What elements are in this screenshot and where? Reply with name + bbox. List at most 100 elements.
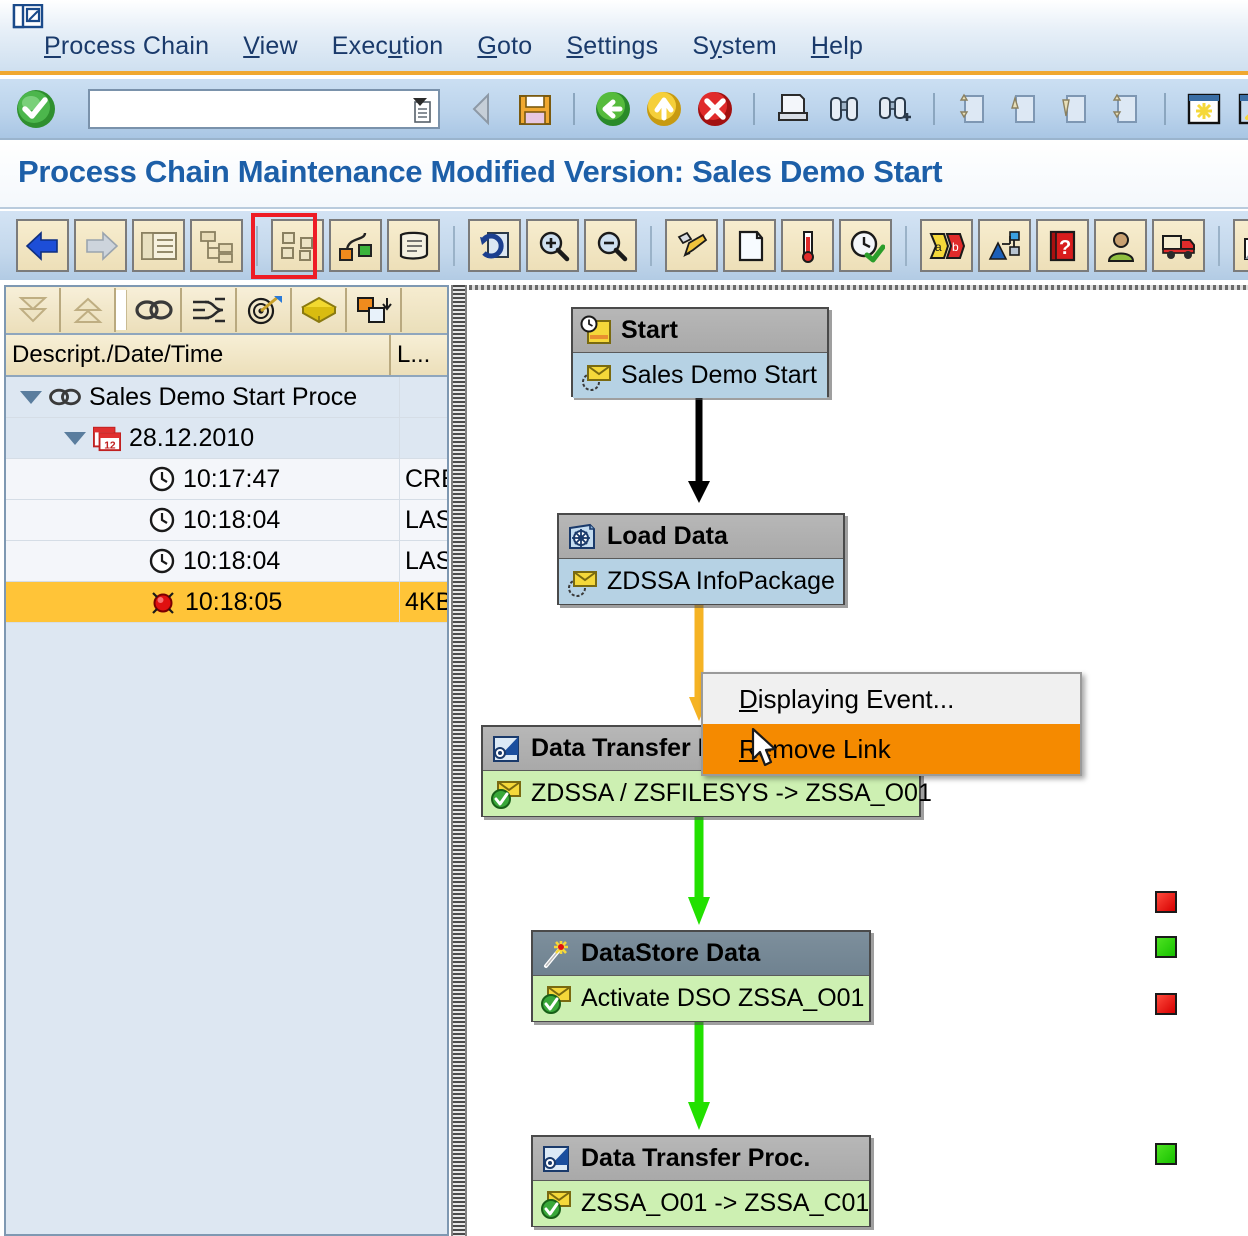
context-menu-item-displaying-event[interactable]: Displaying Event... <box>703 674 1080 724</box>
find-next-binoculars-icon[interactable] <box>873 86 917 132</box>
node-data-transfer-2-subtitle: ZSSA_O01 -> ZSSA_C01 <box>581 1189 870 1217</box>
node-datastore-data[interactable]: DataStore Data Activate DSO ZSSA_O01 <box>531 930 871 1022</box>
menu-item-help[interactable]: Help <box>811 32 863 61</box>
tree-row-time[interactable]: 10:18:04 LAS <box>6 500 447 541</box>
svg-text:a: a <box>935 240 942 254</box>
node-load-data[interactable]: Load Data ZDSSA InfoPackage <box>557 513 845 605</box>
context-menu-item-remove-link[interactable]: Remove Link <box>703 724 1080 774</box>
tree-row-chain[interactable]: Sales Demo Start Proce <box>6 377 447 418</box>
refresh-icon[interactable] <box>468 219 521 272</box>
node-datastore-data-title: DataStore Data <box>581 939 761 967</box>
copy-blocks-icon[interactable] <box>347 288 402 332</box>
node-data-transfer-1-body: ZDSSA / ZSFILESYS -> ZSSA_O01 <box>483 771 932 816</box>
link-handle-green-mid[interactable] <box>1155 1143 1177 1165</box>
back-arrow-grey-icon[interactable] <box>462 86 506 132</box>
link-handle-red-top[interactable] <box>1155 891 1177 913</box>
red-help-book-icon[interactable]: ? <box>1036 219 1089 272</box>
expand-all-icon[interactable] <box>6 288 61 332</box>
node-data-transfer-2[interactable]: Data Transfer Proc. ZSSA_O01 -> ZSSA_C01 <box>531 1135 871 1227</box>
new-document-icon[interactable] <box>723 219 776 272</box>
person-icon[interactable] <box>1094 219 1147 272</box>
node-datastore-data-subtitle: Activate DSO ZSSA_O01 <box>581 984 865 1012</box>
zoom-in-icon[interactable] <box>526 219 579 272</box>
clock-check-icon[interactable] <box>839 219 892 272</box>
tree-row-time-selected[interactable]: 10:18:05 4KB <box>6 582 447 623</box>
link-dtp1-to-datastore[interactable] <box>685 813 715 931</box>
zoom-out-icon[interactable] <box>584 219 637 272</box>
yellow-package-icon[interactable] <box>292 288 347 332</box>
clock-schedule-icon <box>580 315 612 347</box>
tree-row-col2: LAS <box>399 500 447 540</box>
save-floppy-icon[interactable] <box>513 86 557 132</box>
tree-row-label: 10:18:04 <box>183 505 281 534</box>
node-start-body: Sales Demo Start <box>573 353 827 398</box>
node-datastore-data-body: Activate DSO ZSSA_O01 <box>533 976 869 1021</box>
green-back-icon[interactable] <box>591 86 635 132</box>
clock-icon <box>148 547 176 575</box>
tree-toolbar-separator <box>116 290 127 330</box>
truck-transport-icon[interactable] <box>1152 219 1205 272</box>
tree-rows: Sales Demo Start Proce 12 28.12.2010 10:… <box>6 377 447 1234</box>
link-start-to-load-data[interactable] <box>685 397 715 507</box>
pencil-edit-icon[interactable] <box>665 219 718 272</box>
menu-item-execution[interactable]: Execution <box>332 32 444 61</box>
tree-column-l[interactable]: L... <box>391 335 447 375</box>
toolbar-separator <box>650 225 652 266</box>
green-check-enter-icon[interactable] <box>14 88 58 130</box>
yellow-variant-icon <box>580 360 612 392</box>
command-history-dropdown-icon[interactable] <box>410 96 434 124</box>
collapse-all-icon[interactable] <box>61 288 116 332</box>
red-cancel-icon[interactable] <box>693 86 737 132</box>
next-page-icon[interactable] <box>1053 86 1097 132</box>
menu-item-system[interactable]: System <box>692 32 777 61</box>
ab-translate-icon[interactable]: a b <box>920 219 973 272</box>
link-handle-red-bottom[interactable] <box>1155 993 1177 1015</box>
create-shortcut-icon[interactable] <box>1233 86 1248 132</box>
find-binoculars-icon[interactable] <box>822 86 866 132</box>
first-page-icon[interactable] <box>951 86 995 132</box>
link-datastore-to-dtp2[interactable] <box>685 1018 715 1136</box>
red-alarm-icon <box>148 587 178 617</box>
chevron-down-icon[interactable] <box>20 390 42 404</box>
node-start[interactable]: Start Sales Demo Start <box>571 307 829 398</box>
tree-row-date[interactable]: 12 28.12.2010 <box>6 418 447 459</box>
network-hierarchy-icon[interactable] <box>978 219 1031 272</box>
tree-column-description[interactable]: Descript./Date/Time <box>6 335 391 375</box>
window-restore-icon[interactable] <box>12 3 46 32</box>
node-start-header: Start <box>573 309 827 353</box>
log-scroll-icon[interactable] <box>387 219 440 272</box>
menu-item-view[interactable]: View <box>243 32 298 61</box>
yellow-exit-up-icon[interactable] <box>642 86 686 132</box>
hierarchy-tree-icon[interactable] <box>190 219 243 272</box>
menu-item-goto[interactable]: Goto <box>477 32 532 61</box>
command-field[interactable] <box>88 89 440 129</box>
chevron-down-icon[interactable] <box>64 431 86 445</box>
menu-item-process-chain[interactable]: Process Chain <box>44 32 209 61</box>
context-menu-label: Displaying Event... <box>739 683 955 714</box>
node-data-transfer-1-subtitle: ZDSSA / ZSFILESYS -> ZSSA_O01 <box>531 779 932 807</box>
sparkle-wand-icon <box>540 938 572 970</box>
chain-link-icon[interactable] <box>127 288 182 332</box>
list-view-icon[interactable] <box>132 219 185 272</box>
grey-right-arrow-icon[interactable] <box>74 219 127 272</box>
command-input[interactable] <box>94 92 408 126</box>
create-session-icon[interactable] <box>1182 86 1226 132</box>
thermometer-icon[interactable] <box>781 219 834 272</box>
title-bar: Process Chain Maintenance Modified Versi… <box>0 142 1248 209</box>
tree-row-time[interactable]: 10:17:47 CRE. <box>6 459 447 500</box>
target-pin-icon[interactable] <box>237 288 292 332</box>
print-icon[interactable] <box>771 86 815 132</box>
context-menu[interactable]: Displaying Event... Remove Link <box>701 672 1082 776</box>
previous-page-icon[interactable] <box>1002 86 1046 132</box>
blocks-layout-icon[interactable] <box>271 219 324 272</box>
tree-row-time[interactable]: 10:18:04 LAS <box>6 541 447 582</box>
tree-column-headers: Descript./Date/Time L... <box>6 335 447 377</box>
filter-sort-icon[interactable] <box>182 288 237 332</box>
last-page-icon[interactable] <box>1104 86 1148 132</box>
blue-left-arrow-icon[interactable] <box>16 219 69 272</box>
menu-item-settings[interactable]: Settings <box>566 32 658 61</box>
panel-splitter[interactable] <box>451 285 467 1236</box>
link-handle-green-mid[interactable] <box>1155 936 1177 958</box>
layered-pages-icon[interactable] <box>1233 219 1248 272</box>
chain-link-nodes-icon[interactable] <box>329 219 382 272</box>
